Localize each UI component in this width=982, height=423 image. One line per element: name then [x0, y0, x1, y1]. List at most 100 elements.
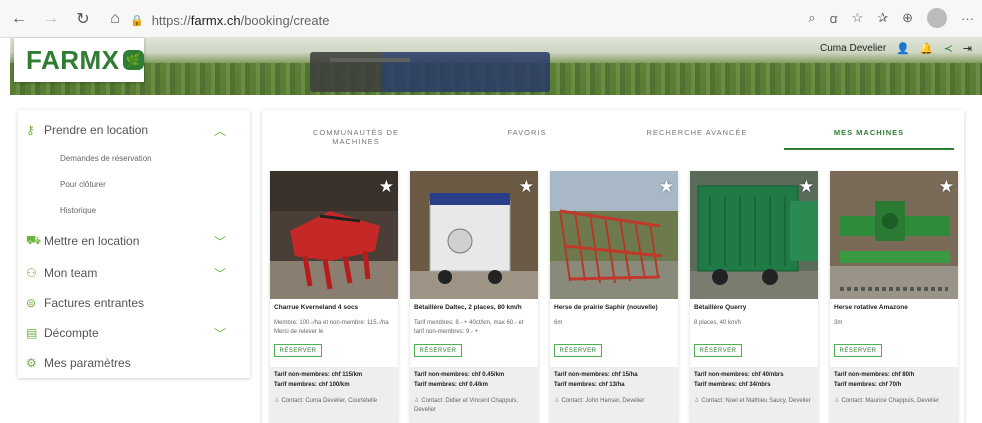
user-icon[interactable]: 👤	[896, 42, 910, 55]
machine-description: 6m	[554, 320, 563, 326]
sidebar-subitem-demandes[interactable]: Demandes de réservation	[60, 154, 152, 163]
sidebar-item-label: Décompte	[44, 326, 99, 340]
person-icon: ♙	[414, 398, 420, 404]
more-menu-icon[interactable]: ···	[961, 11, 974, 26]
sidebar-item-label: Factures entrantes	[44, 296, 145, 310]
sidebar-subitem-pour-cloturer[interactable]: Pour clôturer	[60, 180, 106, 189]
sidebar-item-mes-parametres[interactable]: ⚙ Mes paramètres	[18, 351, 250, 375]
machine-photo[interactable]: ★	[550, 171, 678, 299]
sidebar-item-mon-team[interactable]: ⚇ Mon team ﹀	[18, 261, 250, 285]
share-icon[interactable]: ≺	[944, 42, 953, 55]
user-name[interactable]: Cuma Develier	[820, 43, 886, 54]
farmx-logo[interactable]: FARMX 🌿	[14, 38, 144, 82]
chevron-down-icon[interactable]: ﹀	[214, 233, 226, 250]
sidebar-item-decompte[interactable]: ▤ Décompte ﹀	[18, 321, 250, 345]
logout-icon[interactable]: ⇥	[963, 42, 972, 55]
statement-icon: ▤	[26, 326, 38, 340]
price-members: Tarif membres: chf 0.4/km	[414, 382, 488, 388]
url-path: /booking/create	[240, 12, 330, 28]
favorites-icon[interactable]: ✰	[877, 10, 888, 26]
key-icon: ⚷	[26, 123, 35, 137]
bell-icon[interactable]: 🔔	[920, 42, 934, 55]
invoice-icon: ⊜	[26, 296, 37, 310]
url-host: farmx.ch	[190, 12, 241, 28]
reserve-button[interactable]: RÉSERVER	[694, 344, 742, 357]
person-icon: ♙	[694, 398, 700, 404]
price-members: Tarif membres: chf 13/ha	[554, 382, 625, 388]
active-tab-indicator	[784, 148, 954, 150]
machine-photo[interactable]: ★	[690, 171, 818, 299]
collections-icon[interactable]: ⊕	[902, 10, 913, 26]
machine-photo[interactable]: ★	[270, 171, 398, 299]
bookmark-star-icon[interactable]: ☆	[852, 10, 864, 26]
favorite-star-icon[interactable]: ★	[799, 177, 814, 197]
home-icon[interactable]: ⌂	[102, 6, 128, 32]
price-members: Tarif membres: chf 70/h	[834, 382, 902, 388]
machine-photo[interactable]: ★	[830, 171, 958, 299]
contact-text: Contact: Noel et Mathieu Saucy, Develier	[701, 398, 811, 404]
machine-title: Bétaillère Daltec, 2 places, 80 km/h	[414, 304, 522, 311]
person-icon: ♙	[834, 398, 840, 404]
machine-card[interactable]: ★ Bétaillère Querry 8 places, 40 km/h RÉ…	[690, 171, 818, 423]
contact-text: Contact: Maurice Chappuis, Develier	[841, 398, 940, 404]
machine-description: Membre: 100.-/ha et non-membre: 115.-/ha…	[274, 320, 389, 335]
machine-description: 3m	[834, 320, 843, 326]
price-non-members: Tarif non-membres: chf 40/nbrs	[694, 372, 784, 378]
favorite-star-icon[interactable]: ★	[519, 177, 534, 197]
sidebar-subitem-historique[interactable]: Historique	[60, 206, 96, 215]
favorite-star-icon[interactable]: ★	[659, 177, 674, 197]
reload-icon[interactable]: ↻	[70, 6, 96, 32]
machine-card[interactable]: ★ Herse rotative Amazone 3m RÉSERVER Tar…	[830, 171, 958, 423]
search-page-icon[interactable]: ⌕	[808, 10, 815, 26]
chevron-up-icon[interactable]: ︿	[214, 122, 226, 139]
price-members: Tarif membres: chf 34/nbrs	[694, 382, 771, 388]
reserve-button[interactable]: RÉSERVER	[554, 344, 602, 357]
sidebar-item-mettre-en-location[interactable]: ⛟ Mettre en location ﹀	[18, 229, 250, 253]
machine-photo[interactable]: ★	[410, 171, 538, 299]
price-box: Tarif non-membres: chf 15/ha Tarif membr…	[550, 367, 678, 423]
favorite-star-icon[interactable]: ★	[379, 177, 394, 197]
person-icon: ♙	[554, 398, 560, 404]
reserve-button[interactable]: RÉSERVER	[834, 344, 882, 357]
logo-text: FARMX	[26, 44, 120, 75]
sidebar-item-factures-entrantes[interactable]: ⊜ Factures entrantes	[18, 291, 250, 315]
tab-recherche-avancee[interactable]: RECHERCHE AVANCÉE	[642, 128, 752, 137]
team-icon: ⚇	[26, 266, 37, 280]
main-panel: COMMUNAUTÉS DE MACHINES FAVORIS RECHERCH…	[262, 110, 964, 423]
machine-description: Tarif membres: 8.- + 40ct/km, max 60.- e…	[414, 320, 524, 335]
address-bar[interactable]: 🔒 https://farmx.ch/booking/create	[130, 9, 830, 31]
price-box: Tarif non-membres: chf 0.45/km Tarif mem…	[410, 367, 538, 423]
favorite-star-icon[interactable]: ★	[939, 177, 954, 197]
machine-title: Bétaillère Querry	[694, 304, 747, 311]
translate-icon[interactable]: ꭤ	[830, 9, 838, 27]
chevron-down-icon[interactable]: ﹀	[214, 325, 226, 342]
sidebar-item-label: Prendre en location	[44, 123, 149, 137]
truck-icon: ⛟	[26, 233, 42, 247]
url-scheme: https://	[151, 12, 191, 28]
gear-icon: ⚙	[26, 356, 37, 370]
tab-favoris[interactable]: FAVORIS	[492, 128, 562, 137]
back-arrow-icon[interactable]: ←	[6, 6, 32, 32]
price-members: Tarif membres: chf 100/km	[274, 382, 350, 388]
machine-title: Charrue Kverneland 4 socs	[274, 304, 359, 311]
tab-mes-machines[interactable]: MES MACHINES	[814, 128, 924, 137]
price-box: Tarif non-membres: chf 115/km Tarif memb…	[270, 367, 398, 423]
machine-card[interactable]: ★ Charrue Kverneland 4 socs Membre: 100.…	[270, 171, 398, 423]
machine-description: 8 places, 40 km/h	[694, 320, 742, 326]
tractor-photo	[310, 52, 550, 92]
tab-bar: COMMUNAUTÉS DE MACHINES FAVORIS RECHERCH…	[262, 128, 964, 150]
contact-info: ♙ Contact: Maurice Chappuis, Develier	[834, 397, 954, 406]
chevron-down-icon[interactable]: ﹀	[214, 265, 226, 282]
reserve-button[interactable]: RÉSERVER	[414, 344, 462, 357]
machine-card[interactable]: ★ Bétaillère Daltec, 2 places, 80 km/h T…	[410, 171, 538, 423]
person-icon: ♙	[274, 398, 280, 404]
sidebar: ⚷ Prendre en location ︿ Demandes de rése…	[18, 110, 250, 378]
tab-communautes[interactable]: COMMUNAUTÉS DE MACHINES	[296, 128, 416, 146]
browser-toolbar: ← → ↻ ⌂ 🔒 https://farmx.ch/booking/creat…	[0, 0, 982, 38]
forward-arrow-icon[interactable]: →	[38, 6, 64, 32]
profile-avatar[interactable]	[927, 8, 947, 28]
machine-card[interactable]: ★ Herse de prairie Saphir (nouvelle) 6m …	[550, 171, 678, 423]
contact-text: Contact: Didier et Vincent Chappuis, Dev…	[414, 398, 518, 413]
sidebar-item-prendre-en-location[interactable]: ⚷ Prendre en location ︿	[18, 118, 250, 142]
reserve-button[interactable]: RÉSERVER	[274, 344, 322, 357]
